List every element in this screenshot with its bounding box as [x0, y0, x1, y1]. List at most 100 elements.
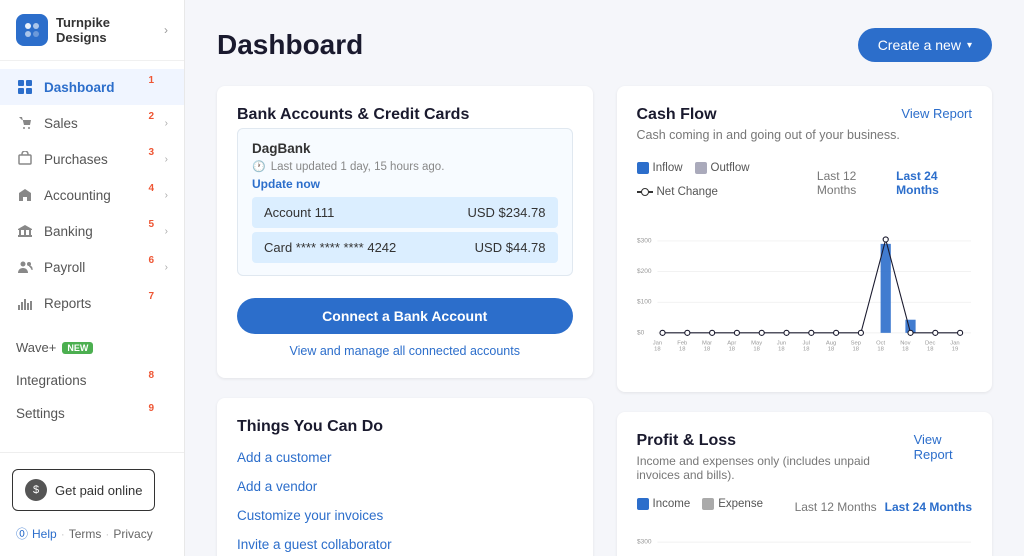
pl-view-report-link[interactable]: View Report — [914, 432, 972, 462]
svg-text:Nov: Nov — [900, 341, 910, 347]
sidebar-bottom: $ Get paid online ⓪ Help · Terms · Priva… — [0, 452, 184, 556]
privacy-label[interactable]: Privacy — [113, 527, 152, 541]
cashflow-view-report-link[interactable]: View Report — [901, 106, 972, 121]
terms-label[interactable]: Terms — [69, 527, 102, 541]
pl-title-block: Profit & Loss Income and expenses only (… — [637, 432, 914, 490]
account-row: Account 111 USD $234.78 — [252, 197, 558, 228]
svg-text:$300: $300 — [637, 539, 652, 546]
sidebar-item-purchases[interactable]: Purchases 3 › — [0, 141, 184, 177]
sidebar-logo[interactable]: Turnpike Designs › — [0, 0, 184, 61]
add-customer-link[interactable]: Add a customer — [237, 450, 573, 465]
svg-text:Mar: Mar — [701, 341, 711, 347]
inflow-dot — [637, 162, 649, 174]
purchases-icon — [16, 150, 34, 168]
cashflow-title-block: Cash Flow Cash coming in and going out o… — [637, 106, 900, 154]
add-vendor-link[interactable]: Add a vendor — [237, 479, 573, 494]
get-paid-button[interactable]: $ Get paid online — [12, 469, 155, 511]
cashflow-subtitle: Cash coming in and going out of your bus… — [637, 128, 900, 142]
svg-text:Feb: Feb — [677, 341, 687, 347]
sidebar-item-banking[interactable]: Banking 5 › — [0, 213, 184, 249]
sidebar-item-integrations[interactable]: Integrations 8 — [0, 364, 184, 397]
help-row: ⓪ Help · Terms · Privacy — [0, 519, 184, 548]
get-paid-label: Get paid online — [55, 483, 142, 498]
inflow-label: Inflow — [653, 162, 683, 174]
content-grid: Bank Accounts & Credit Cards DagBank 🕐 L… — [217, 86, 992, 556]
sidebar-item-wave-plus[interactable]: Wave+ NEW — [0, 331, 184, 364]
sidebar-item-reports[interactable]: Reports 7 — [0, 285, 184, 321]
outflow-label: Outflow — [711, 162, 750, 174]
update-now-link[interactable]: Update now — [252, 177, 558, 191]
accounting-label: Accounting — [44, 188, 155, 203]
pl-legend: Income Expense — [637, 498, 763, 510]
sales-icon — [16, 114, 34, 132]
main-content: Dashboard Create a new ▾ Bank Accounts &… — [185, 0, 1024, 556]
banking-label: Banking — [44, 224, 155, 239]
card-label: Card **** **** **** 4242 — [264, 240, 396, 255]
purchases-number: 3 — [148, 147, 154, 158]
outflow-legend: Outflow — [695, 162, 750, 174]
cashflow-12months-btn[interactable]: Last 12 Months — [817, 169, 888, 197]
svg-text:18: 18 — [778, 346, 784, 352]
pl-subtitle: Income and expenses only (includes unpai… — [637, 454, 914, 482]
payroll-label: Payroll — [44, 260, 155, 275]
create-new-button[interactable]: Create a new ▾ — [858, 28, 992, 62]
sidebar: Turnpike Designs › Dashboard 1 — [0, 0, 185, 556]
account-label: Account 111 — [264, 205, 334, 220]
app-logo-icon — [16, 14, 48, 46]
help-circle-icon: ⓪ — [16, 525, 28, 542]
account-amount: USD $234.78 — [467, 205, 545, 220]
sales-label: Sales — [44, 116, 155, 131]
dashboard-icon — [16, 78, 34, 96]
accounting-chevron-icon: › — [165, 190, 168, 201]
invite-collaborator-link[interactable]: Invite a guest collaborator — [237, 537, 573, 552]
connect-bank-button[interactable]: Connect a Bank Account — [237, 298, 573, 334]
svg-text:18: 18 — [703, 346, 709, 352]
cashflow-title: Cash Flow — [637, 106, 900, 124]
settings-number: 9 — [148, 403, 154, 414]
cashflow-24months-btn[interactable]: Last 24 Months — [896, 169, 972, 197]
pl-svg: $300 — [637, 524, 973, 556]
svg-text:18: 18 — [802, 346, 808, 352]
things-card: Things You Can Do Add a customer Add a v… — [217, 398, 593, 556]
customize-invoices-link[interactable]: Customize your invoices — [237, 508, 573, 523]
pl-title: Profit & Loss — [637, 432, 914, 450]
purchases-chevron-icon: › — [165, 154, 168, 165]
create-new-dropdown-icon: ▾ — [967, 40, 972, 51]
svg-text:18: 18 — [926, 346, 932, 352]
svg-text:18: 18 — [902, 346, 908, 352]
cashflow-time-range: Last 12 Months Last 24 Months — [817, 169, 972, 197]
reports-number: 7 — [148, 291, 154, 302]
pl-chart: $300 — [637, 524, 973, 556]
pl-time-range: Last 12 Months Last 24 Months — [795, 500, 972, 514]
sidebar-item-settings[interactable]: Settings 9 — [0, 397, 184, 430]
get-paid-icon: $ — [25, 479, 47, 501]
settings-label: Settings — [16, 406, 168, 421]
main-header: Dashboard Create a new ▾ — [217, 28, 992, 62]
pl-card: Profit & Loss Income and expenses only (… — [617, 412, 993, 556]
view-manage-link[interactable]: View and manage all connected accounts — [237, 344, 573, 358]
payroll-number: 6 — [148, 255, 154, 266]
cashflow-svg: $300 $200 $100 $0 — [637, 212, 973, 372]
income-dot — [637, 498, 649, 510]
sidebar-item-accounting[interactable]: Accounting 4 › — [0, 177, 184, 213]
sidebar-item-payroll[interactable]: Payroll 6 › — [0, 249, 184, 285]
sidebar-item-dashboard[interactable]: Dashboard 1 — [0, 69, 184, 105]
last-updated-text: Last updated 1 day, 15 hours ago. — [271, 161, 445, 173]
banking-chevron-icon: › — [165, 226, 168, 237]
sidebar-item-sales[interactable]: Sales 2 › — [0, 105, 184, 141]
svg-text:18: 18 — [827, 346, 833, 352]
bank-accounts-card: Bank Accounts & Credit Cards DagBank 🕐 L… — [217, 86, 593, 378]
right-column: Cash Flow Cash coming in and going out o… — [617, 86, 993, 556]
card-row: Card **** **** **** 4242 USD $44.78 — [252, 232, 558, 263]
pl-12months-btn[interactable]: Last 12 Months — [795, 500, 877, 514]
create-new-label: Create a new — [878, 37, 961, 53]
card-amount: USD $44.78 — [475, 240, 546, 255]
logo-chevron-icon: › — [164, 23, 168, 37]
nav-section: Dashboard 1 Sales 2 › — [0, 61, 184, 452]
svg-text:18: 18 — [728, 346, 734, 352]
new-badge: NEW — [62, 342, 93, 354]
integrations-number: 8 — [148, 370, 154, 381]
help-label[interactable]: Help — [32, 527, 57, 541]
svg-text:$0: $0 — [637, 329, 645, 336]
pl-24months-btn[interactable]: Last 24 Months — [885, 500, 972, 514]
